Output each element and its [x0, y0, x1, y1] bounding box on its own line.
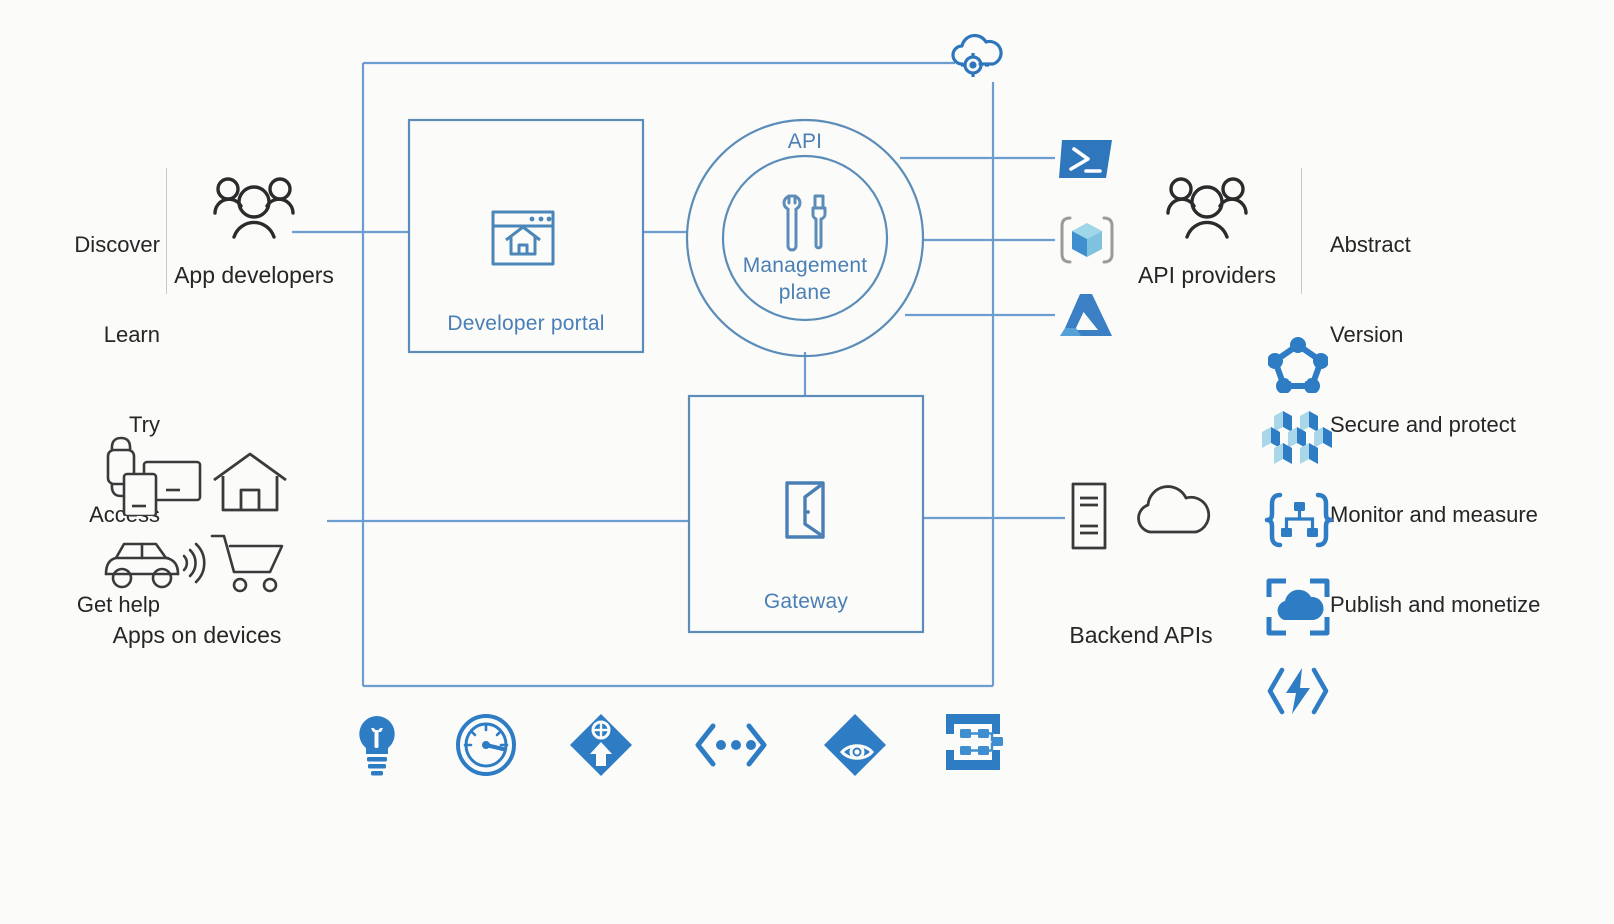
- hierarchy-icon: [940, 712, 1006, 777]
- wrench-screwdriver-icon: [775, 192, 835, 259]
- developer-portal-label: Developer portal: [447, 312, 605, 335]
- backend-apis-label: Backend APIs: [1069, 622, 1213, 648]
- shopping-cart-icon: [210, 530, 292, 601]
- container-cluster-icon: [1262, 409, 1334, 470]
- consumer-action-0: Discover: [74, 232, 160, 257]
- provider-actions-divider: [1301, 168, 1302, 294]
- management-plane-label-line2: plane: [778, 281, 832, 304]
- provider-action-0: Abstract: [1330, 232, 1411, 257]
- provider-actions-list: Abstract Version Secure and protect Moni…: [1330, 170, 1614, 680]
- management-plane-label-line1: Management: [742, 254, 868, 277]
- cloud-services-icon: [948, 32, 1006, 85]
- provider-action-1: Version: [1330, 322, 1404, 347]
- code-brackets-icon: [693, 722, 769, 773]
- gateway-label: Gateway: [763, 590, 849, 613]
- provider-action-2: Secure and protect: [1330, 412, 1516, 437]
- arm-template-icon: [1058, 214, 1116, 271]
- server-rack-icon: [1068, 480, 1110, 557]
- azure-logo-icon: [1058, 292, 1116, 345]
- lightbulb-icon: [352, 714, 402, 781]
- powershell-icon: [1058, 136, 1114, 187]
- provider-action-4: Publish and monetize: [1330, 592, 1541, 617]
- people-group-icon: [213, 177, 295, 239]
- diagram-canvas: Discover Learn Try Access Get help App d…: [0, 0, 1614, 924]
- house-icon: [210, 450, 290, 519]
- consumer-action-1: Learn: [103, 322, 160, 347]
- monitor-eye-icon: [822, 712, 888, 783]
- devices-icon: [100, 432, 208, 521]
- gauge-icon: [455, 714, 517, 781]
- open-door-icon: [783, 479, 831, 546]
- provider-action-3: Monitor and measure: [1330, 502, 1538, 527]
- management-plane-label: Management plane: [705, 252, 905, 306]
- cloud-icon: [1130, 480, 1214, 545]
- app-developers-label: App developers: [174, 262, 334, 288]
- apps-on-devices-label: Apps on devices: [112, 622, 282, 648]
- browser-home-icon: [490, 208, 556, 273]
- api-label: API: [787, 130, 823, 153]
- azure-functions-icon: [1266, 664, 1330, 723]
- consumer-actions-list: Discover Learn Try Access Get help: [20, 170, 160, 680]
- cloud-service-icon: [1266, 578, 1330, 641]
- load-balancer-icon: [568, 712, 634, 783]
- service-fabric-icon: [1267, 337, 1329, 398]
- api-providers-label: API providers: [1137, 262, 1277, 288]
- api-schema-icon: [1264, 492, 1334, 553]
- people-group-icon: [1166, 177, 1248, 239]
- connected-car-icon: [100, 530, 210, 597]
